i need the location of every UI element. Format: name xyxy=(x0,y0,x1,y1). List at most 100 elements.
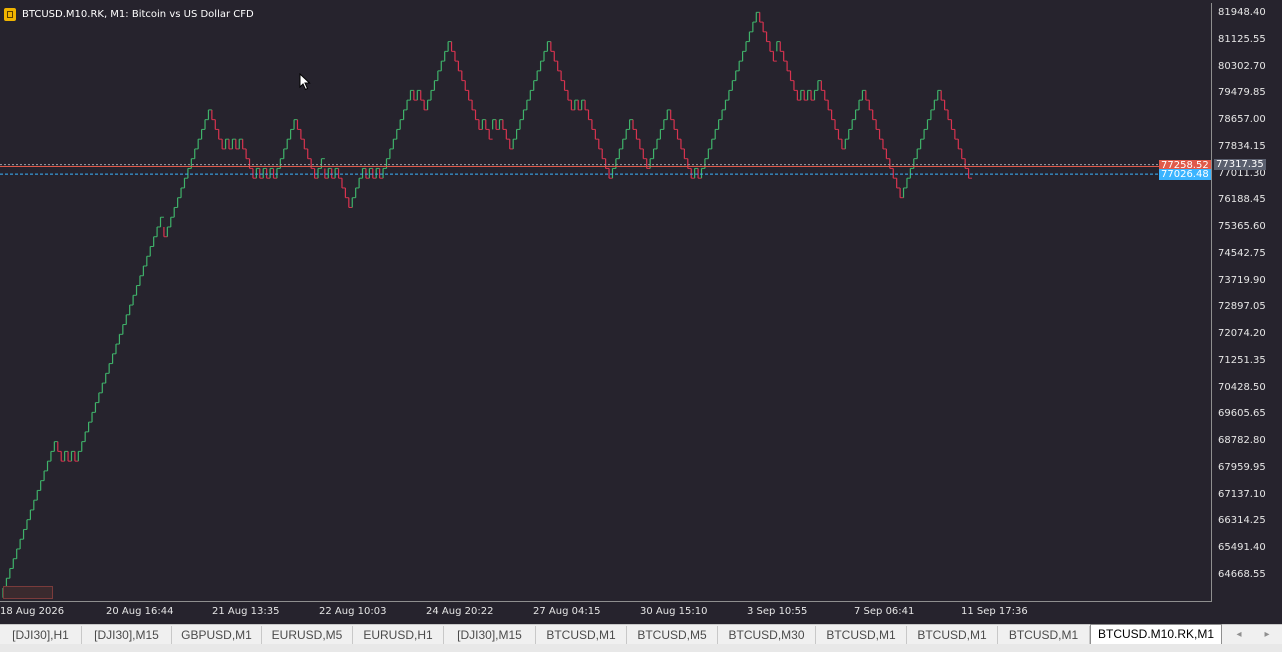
chart-tab[interactable]: BTCUSD.M10.RK,M1 xyxy=(1090,624,1222,644)
bear-brick xyxy=(642,148,647,160)
price-tick-label: 67959.95 xyxy=(1218,461,1266,473)
time-tick-label: 22 Aug 10:03 xyxy=(319,606,387,617)
bear-brick xyxy=(505,129,510,140)
bull-brick xyxy=(351,197,356,208)
bear-brick xyxy=(772,51,777,62)
indicator-label-box xyxy=(3,586,53,599)
price-tick-label: 66314.25 xyxy=(1218,515,1266,527)
tab-scroll-left-icon[interactable]: ◂ xyxy=(1232,627,1246,643)
bull-brick xyxy=(529,89,534,101)
bull-brick xyxy=(382,167,387,179)
bear-brick xyxy=(420,90,425,101)
chart-tab[interactable]: [DJI30],H1 xyxy=(0,626,82,644)
renko-chart[interactable] xyxy=(0,0,1282,624)
bull-brick xyxy=(276,167,281,179)
time-tick-label: 21 Aug 13:35 xyxy=(212,606,280,617)
bear-brick xyxy=(786,61,791,72)
bull-brick xyxy=(714,128,719,140)
bull-brick xyxy=(204,119,209,130)
bull-brick xyxy=(659,128,664,140)
bull-brick xyxy=(522,109,527,120)
bear-brick xyxy=(957,139,962,150)
bull-brick xyxy=(539,60,544,71)
bear-brick xyxy=(594,129,599,140)
chart-tab[interactable]: BTCUSD,M1 xyxy=(998,626,1090,644)
bull-brick xyxy=(611,167,616,179)
bull-brick xyxy=(707,148,712,159)
bear-brick xyxy=(783,51,788,62)
bull-brick xyxy=(156,226,161,237)
bear-brick xyxy=(450,41,455,52)
bear-brick xyxy=(584,100,589,111)
bear-brick xyxy=(940,90,945,101)
bull-brick xyxy=(444,50,449,62)
bull-brick xyxy=(88,421,93,432)
chart-tab[interactable]: EURUSD,H1 xyxy=(353,626,444,644)
bear-brick xyxy=(635,129,640,140)
bull-brick xyxy=(533,80,538,91)
bull-brick xyxy=(180,187,185,198)
bull-brick xyxy=(187,167,192,179)
bear-brick xyxy=(875,119,880,130)
bull-brick xyxy=(396,128,401,140)
bull-brick xyxy=(622,138,627,149)
tab-scroll-right-icon[interactable]: ▸ xyxy=(1260,627,1274,643)
bear-brick xyxy=(670,109,675,121)
bull-brick xyxy=(355,187,360,198)
bull-brick xyxy=(40,480,45,491)
bear-brick xyxy=(950,119,955,130)
bear-brick xyxy=(827,100,832,111)
chart-symbol-title: BTCUSD.M10.RK, M1: Bitcoin vs US Dollar … xyxy=(22,8,254,20)
bear-brick xyxy=(632,119,637,130)
bull-brick xyxy=(748,31,753,42)
bear-brick xyxy=(831,109,836,121)
chart-tab[interactable]: [DJI30],M15 xyxy=(444,626,536,644)
bull-brick xyxy=(9,567,14,579)
chart-tab[interactable]: BTCUSD,M1 xyxy=(816,626,907,644)
bull-brick xyxy=(399,119,404,130)
bear-brick xyxy=(587,109,592,121)
bull-brick xyxy=(111,353,116,364)
bear-brick xyxy=(878,129,883,140)
time-tick-label: 11 Sep 17:36 xyxy=(961,606,1028,617)
chart-area[interactable]: BTCUSD.M10.RK, M1: Bitcoin vs US Dollar … xyxy=(0,0,1282,624)
bull-brick xyxy=(105,372,110,384)
bull-brick xyxy=(26,519,31,530)
bull-brick xyxy=(317,167,322,179)
bull-brick xyxy=(728,89,733,101)
bear-brick xyxy=(967,168,972,179)
chart-tab[interactable]: BTCUSD,M1 xyxy=(907,626,998,644)
chart-tab[interactable]: GBPUSD,M1 xyxy=(172,626,262,644)
bull-brick xyxy=(43,470,48,481)
bull-brick xyxy=(146,255,151,267)
bull-brick xyxy=(33,499,38,510)
mouse-cursor-icon xyxy=(299,73,311,91)
bull-brick xyxy=(12,558,17,569)
bull-brick xyxy=(724,99,729,110)
bull-brick xyxy=(711,138,716,149)
bull-brick xyxy=(906,177,911,188)
bull-brick xyxy=(741,50,747,62)
price-tick-label: 75365.60 xyxy=(1218,221,1266,233)
bull-brick xyxy=(403,109,408,120)
price-tick-label: 77834.15 xyxy=(1218,140,1266,152)
bull-brick xyxy=(663,119,668,130)
bear-brick xyxy=(344,187,349,199)
bull-brick xyxy=(115,343,120,354)
chart-tab[interactable]: BTCUSD,M30 xyxy=(718,626,816,644)
bear-brick xyxy=(341,178,346,189)
bear-brick xyxy=(868,100,873,111)
price-tick-label: 64668.55 xyxy=(1218,569,1266,580)
bull-brick xyxy=(844,138,849,149)
bull-brick xyxy=(512,138,517,149)
bear-brick xyxy=(896,178,901,189)
chart-tab[interactable]: BTCUSD,M1 xyxy=(536,626,627,644)
chart-tab[interactable]: [DJI30],M15 xyxy=(82,626,172,644)
chart-tab[interactable]: EURUSD,M5 xyxy=(262,626,353,644)
bull-brick xyxy=(625,128,630,140)
bull-brick xyxy=(848,128,853,140)
bull-brick xyxy=(543,50,548,62)
time-tick-label: 18 Aug 2026 xyxy=(0,606,65,617)
chart-tab[interactable]: BTCUSD,M5 xyxy=(627,626,718,644)
bull-brick xyxy=(406,99,411,110)
